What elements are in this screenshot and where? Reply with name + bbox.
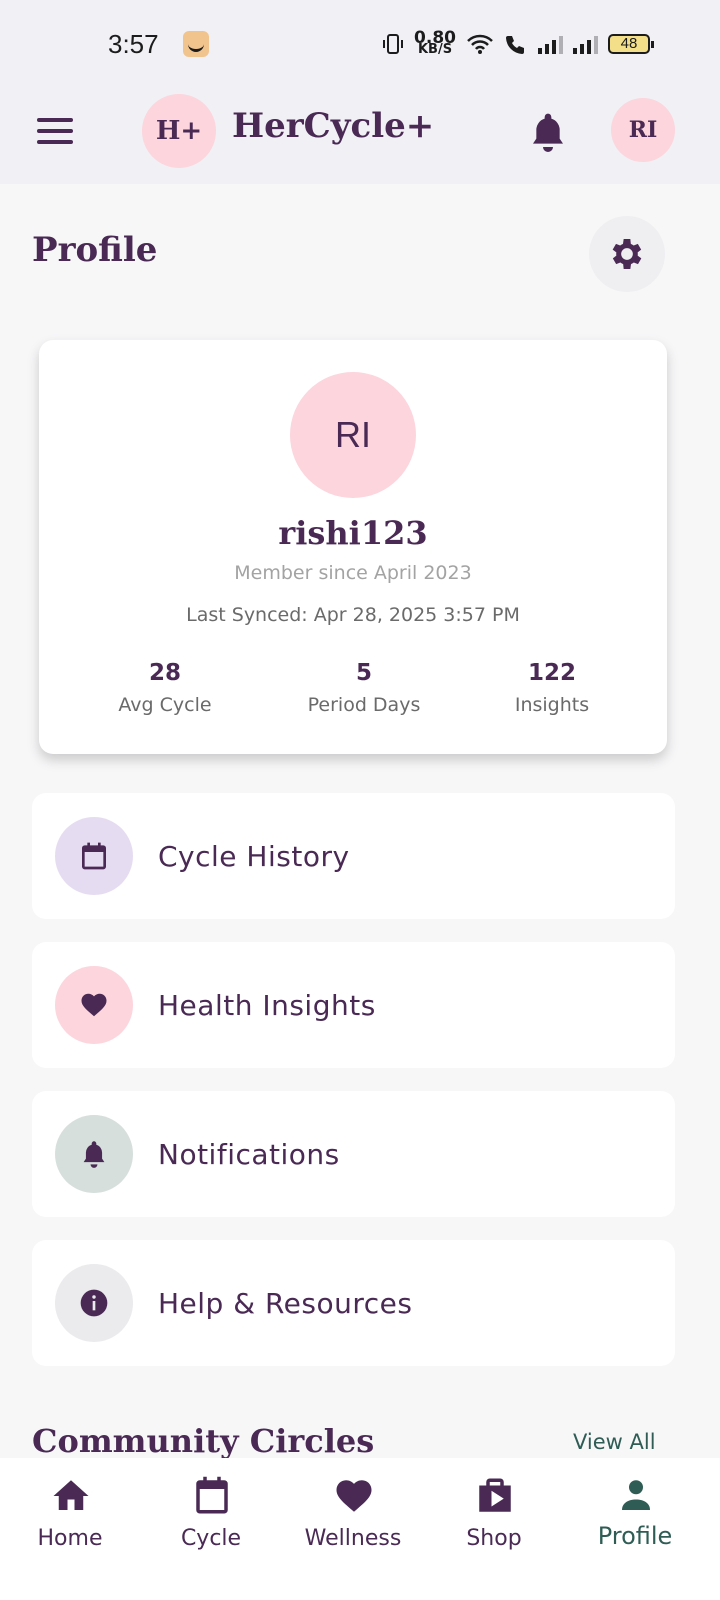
menu-icon-bg xyxy=(55,817,133,895)
home-icon xyxy=(53,1480,89,1510)
vibrate-icon xyxy=(383,34,404,54)
menu-item-notifications[interactable]: Notifications xyxy=(32,1091,675,1217)
nav-profile[interactable]: Profile xyxy=(565,1458,705,1600)
nav-home[interactable]: Home xyxy=(0,1458,140,1600)
settings-button[interactable] xyxy=(589,216,665,292)
nav-label: Cycle xyxy=(180,1526,242,1551)
person-icon xyxy=(622,1480,650,1510)
last-synced: Last Synced: Apr 28, 2025 3:57 PM xyxy=(186,604,520,626)
menu-item-health-insights[interactable]: Health Insights xyxy=(32,942,675,1068)
app-title: HerCycle+ xyxy=(232,106,435,146)
stat-avg-cycle: 28 Avg Cycle xyxy=(75,660,255,716)
stat-insights: 122 Insights xyxy=(462,660,642,716)
profile-avatar: RI xyxy=(290,372,416,498)
stat-value: 122 xyxy=(527,660,576,686)
menu-icon-line xyxy=(37,140,73,144)
stat-period-days: 5 Period Days xyxy=(274,660,454,716)
nav-cycle[interactable]: Cycle xyxy=(141,1458,281,1600)
menu-icon-line xyxy=(37,118,73,122)
heart-icon xyxy=(336,1480,372,1512)
user-avatar-button[interactable]: RI xyxy=(611,98,675,162)
calendar-icon xyxy=(82,842,106,870)
nav-label: Home xyxy=(37,1526,103,1551)
nav-wellness[interactable]: Wellness xyxy=(283,1458,423,1600)
menu-item-cycle-history[interactable]: Cycle History xyxy=(32,793,675,919)
bottom-nav: Home Cycle Wellness Shop Profile xyxy=(0,1458,720,1600)
menu-icon-bg xyxy=(55,966,133,1044)
menu-label: Health Insights xyxy=(158,988,376,1022)
view-all-link[interactable]: View All xyxy=(573,1430,656,1454)
stat-label: Avg Cycle xyxy=(118,694,212,716)
menu-item-help-resources[interactable]: Help & Resources xyxy=(32,1240,675,1366)
member-since: Member since April 2023 xyxy=(234,562,472,584)
menu-label: Help & Resources xyxy=(158,1286,413,1320)
menu-icon-line xyxy=(37,129,73,133)
bell-icon xyxy=(83,1141,105,1168)
app-bar: H+ HerCycle+ RI xyxy=(0,88,720,184)
calendar-icon xyxy=(196,1476,228,1514)
nav-label: Profile xyxy=(597,1522,673,1550)
nav-label: Shop xyxy=(466,1526,522,1551)
menu-button[interactable] xyxy=(37,118,73,148)
gear-icon xyxy=(612,239,642,269)
stat-label: Insights xyxy=(514,694,590,716)
wifi-icon xyxy=(467,34,493,54)
community-circles-title: Community Circles xyxy=(32,1422,375,1460)
shop-icon xyxy=(479,1478,511,1512)
stat-value: 28 xyxy=(148,660,181,686)
nav-shop[interactable]: Shop xyxy=(424,1458,564,1600)
amazon-notification-icon xyxy=(182,31,209,57)
profile-stats: 28 Avg Cycle 5 Period Days 122 Insights xyxy=(39,660,667,730)
nav-label: Wellness xyxy=(304,1526,402,1551)
app-logo: H+ xyxy=(142,94,216,168)
notifications-button[interactable] xyxy=(528,110,568,154)
status-time: 3:57 xyxy=(108,28,159,59)
signal-icon-1 xyxy=(538,34,563,54)
profile-card: RI rishi123 Member since April 2023 Last… xyxy=(39,340,667,754)
menu-icon-bg xyxy=(55,1115,133,1193)
bell-icon xyxy=(533,113,563,152)
menu-icon-bg xyxy=(55,1264,133,1342)
stat-value: 5 xyxy=(355,660,372,686)
info-icon xyxy=(80,1289,108,1317)
page-title: Profile xyxy=(32,230,158,270)
menu-label: Cycle History xyxy=(158,839,350,873)
heart-icon xyxy=(81,993,107,1017)
status-indicators: 0.80 KB/S 48 xyxy=(382,28,654,57)
menu-label: Notifications xyxy=(158,1137,340,1171)
status-bar: 3:57 0.80 KB/S 48 xyxy=(0,0,720,88)
username: rishi123 xyxy=(278,514,428,552)
call-icon xyxy=(506,36,524,54)
net-speed: 0.80 KB/S xyxy=(414,28,456,57)
battery-icon: 48 xyxy=(608,34,654,54)
signal-icon-2 xyxy=(573,34,598,54)
stat-label: Period Days xyxy=(307,694,421,716)
